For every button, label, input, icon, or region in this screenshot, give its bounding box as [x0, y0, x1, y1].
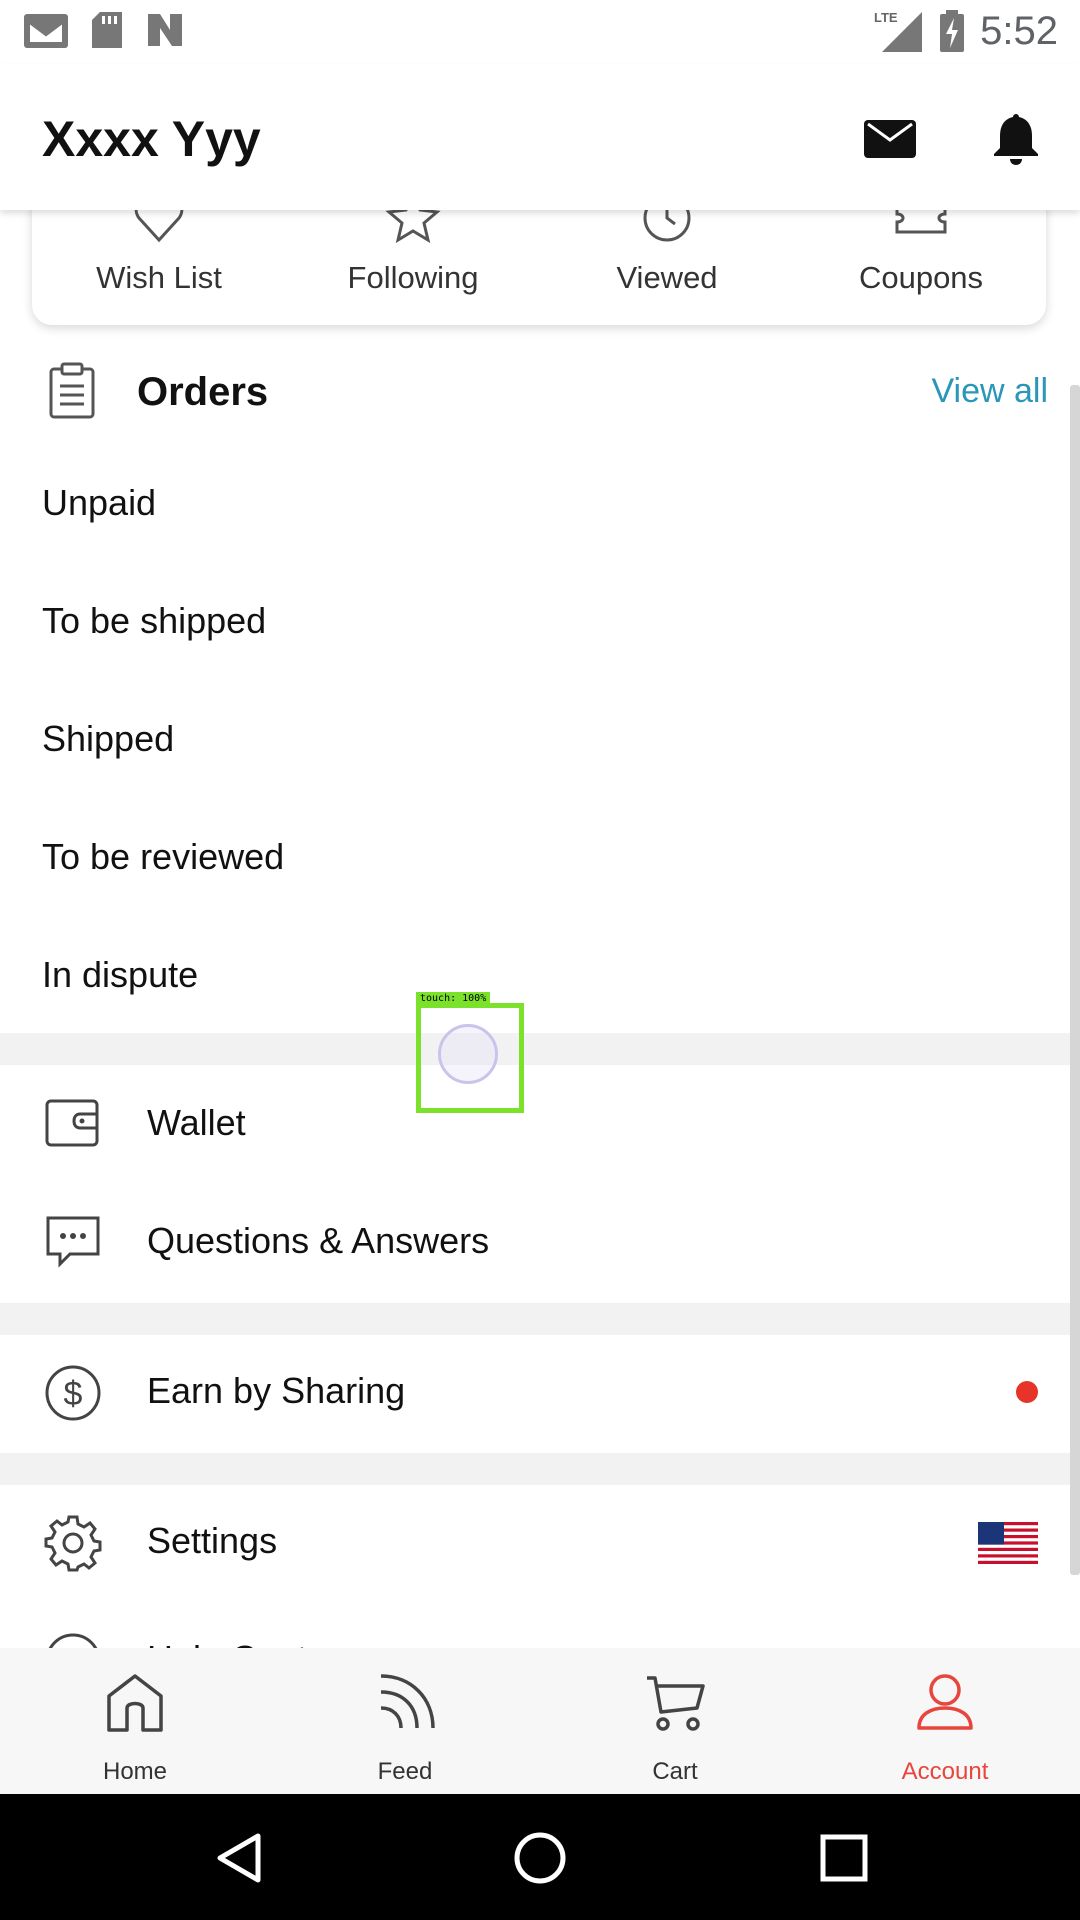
star-icon	[385, 210, 441, 244]
questions-answers-row[interactable]: Questions & Answers	[0, 1183, 1080, 1301]
orders-header: Orders View all	[0, 340, 1080, 444]
bottom-navigation: Home Feed Cart Account	[0, 1648, 1080, 1794]
us-flag-icon	[978, 1522, 1038, 1564]
viewed-link[interactable]: Viewed	[540, 210, 794, 325]
app-header: Xxxx Yyy	[0, 64, 1080, 210]
nav-account-label: Account	[901, 1758, 989, 1785]
following-label: Following	[347, 260, 479, 295]
nav-feed-label: Feed	[377, 1758, 433, 1785]
bell-icon	[994, 114, 1038, 165]
recents-icon[interactable]	[816, 1830, 872, 1886]
nav-cart[interactable]: Cart	[540, 1648, 810, 1794]
earn-by-sharing-label: Earn by Sharing	[147, 1370, 406, 1411]
wish-list-link[interactable]: Wish List	[32, 210, 286, 325]
feed-icon	[380, 1674, 435, 1729]
account-content[interactable]: Wish List Following Viewed Coupons Order…	[0, 210, 1080, 1648]
nav-account[interactable]: Account	[810, 1648, 1080, 1794]
section-divider	[0, 1453, 1080, 1485]
status-bar: LTE 5:52	[0, 0, 1080, 64]
back-icon[interactable]	[212, 1830, 268, 1886]
home-circle-icon[interactable]	[512, 1830, 568, 1886]
clock-time: 5:52	[980, 8, 1058, 53]
settings-row[interactable]: Settings	[0, 1483, 1080, 1601]
wish-list-label: Wish List	[96, 260, 222, 295]
svg-text:LTE: LTE	[874, 10, 898, 25]
order-status-unpaid[interactable]: Unpaid	[42, 482, 156, 524]
system-navigation-bar	[0, 1794, 1080, 1920]
touch-point	[438, 1024, 498, 1084]
earn-by-sharing-row[interactable]: $ Earn by Sharing	[0, 1333, 1080, 1451]
help-center-label: Help Center	[147, 1638, 339, 1648]
coupon-icon	[895, 210, 947, 234]
order-status-to-be-shipped[interactable]: To be shipped	[42, 600, 266, 642]
n-app-icon	[144, 10, 186, 50]
clock-icon	[643, 210, 691, 242]
nav-feed[interactable]: Feed	[270, 1648, 540, 1794]
signal-icon: LTE	[872, 8, 924, 54]
gear-icon	[44, 1515, 102, 1572]
notifications-button[interactable]	[986, 108, 1046, 168]
settings-label: Settings	[147, 1520, 278, 1561]
chat-bubble-icon	[46, 1216, 100, 1268]
svg-text:$: $	[64, 1375, 83, 1413]
gmail-icon	[22, 10, 70, 50]
section-divider	[0, 1303, 1080, 1335]
coupons-label: Coupons	[858, 260, 984, 295]
viewed-label: Viewed	[616, 260, 718, 295]
cart-icon	[647, 1676, 705, 1731]
order-status-shipped[interactable]: Shipped	[42, 718, 174, 760]
battery-charging-icon	[938, 8, 966, 54]
home-icon	[107, 1674, 163, 1732]
following-link[interactable]: Following	[286, 210, 540, 325]
heart-icon	[134, 210, 184, 243]
touch-indicator-label: touch: 100%	[416, 992, 491, 1006]
nav-home[interactable]: Home	[0, 1648, 270, 1794]
wallet-row[interactable]: Wallet	[0, 1065, 1080, 1183]
dollar-icon: $	[45, 1365, 101, 1421]
section-divider	[0, 1033, 1080, 1065]
order-status-in-dispute[interactable]: In dispute	[42, 954, 198, 996]
sd-card-icon	[90, 10, 124, 50]
user-name: Xxxx Yyy	[42, 111, 261, 167]
questions-answers-label: Questions & Answers	[147, 1220, 490, 1261]
wallet-icon	[45, 1099, 99, 1147]
nav-home-label: Home	[102, 1758, 168, 1785]
wallet-label: Wallet	[147, 1102, 246, 1143]
coupons-link[interactable]: Coupons	[794, 210, 1048, 325]
order-status-to-be-reviewed[interactable]: To be reviewed	[42, 836, 284, 878]
account-icon	[917, 1674, 973, 1730]
quick-links-card: Wish List Following Viewed Coupons	[32, 210, 1046, 325]
messages-button[interactable]	[860, 108, 920, 168]
help-center-row[interactable]: Help Center	[0, 1601, 1080, 1648]
orders-title: Orders	[137, 370, 269, 414]
orders-clipboard-icon	[49, 362, 95, 419]
view-all-orders-link[interactable]: View all	[931, 372, 1048, 411]
nav-cart-label: Cart	[652, 1758, 698, 1785]
mail-icon	[864, 120, 916, 158]
help-icon	[48, 1633, 98, 1648]
notification-dot	[1016, 1381, 1038, 1403]
scrollbar[interactable]	[1070, 385, 1080, 1575]
